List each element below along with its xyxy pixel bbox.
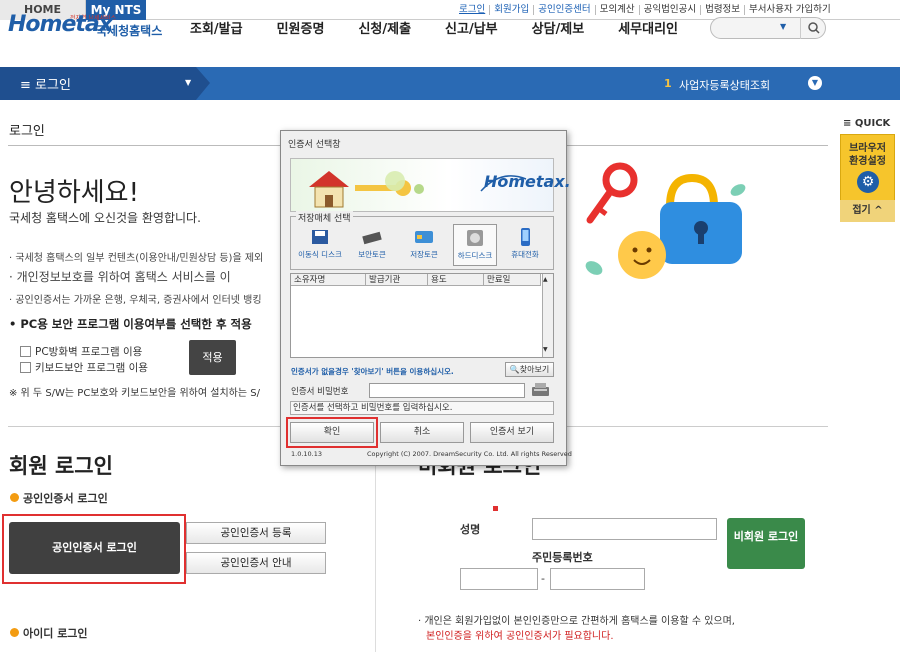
keyboard-security-checkbox-label: 키보드보안 프로그램 이용 (35, 362, 148, 374)
notice-line: · 국세청 홈택스의 일부 컨텐츠(이용안내/민원상담 등)을 제외 (9, 253, 264, 264)
media-storage-token[interactable]: 저장토큰 (402, 228, 446, 260)
quick-label: ≡ QUICK (843, 118, 891, 129)
utility-link-public-disclosure[interactable]: 공익법인공시 (638, 5, 700, 15)
bullet-icon (10, 493, 19, 502)
rrn-front-field[interactable] (460, 568, 538, 590)
utility-link-dept-signup[interactable]: 부서사용자 가입하기 (744, 5, 835, 15)
nav-item-certificate[interactable]: 민원증명 (277, 18, 325, 37)
utility-link-cert-center[interactable]: 공인인증센터 (533, 5, 594, 15)
media-security-token[interactable]: 보안토큰 (350, 228, 394, 260)
greeting-heading: 안녕하세요! (9, 178, 140, 208)
column-issuer[interactable]: 발급기관 (366, 274, 428, 285)
virtual-keyboard-icon[interactable] (530, 382, 552, 398)
chevron-down-icon[interactable]: ▼ (185, 78, 191, 87)
welcome-text: 국세청 홈택스에 오신것을 환영합니다. (9, 211, 201, 225)
cert-list-header: 소유자명 발급기관 용도 만료일 (291, 274, 541, 286)
id-login-subtitle: 아이디 로그인 (23, 627, 88, 640)
hard-disk-icon (464, 229, 486, 247)
breadcrumb-label: ≡ 로그인 (20, 78, 71, 93)
column-owner[interactable]: 소유자명 (291, 274, 366, 285)
column-usage[interactable]: 용도 (428, 274, 484, 285)
utility-link-law-info[interactable]: 법령정보 (700, 5, 744, 15)
nonmember-description: · 개인은 회원가입없이 본인인증만으로 간편하게 홈택스를 이용할 수 있으며… (418, 616, 735, 627)
utility-link-mock-calc[interactable]: 모의계산 (594, 5, 639, 15)
copyright-text: Copyright (C) 2007. DreamSecurity Co. Lt… (367, 450, 572, 458)
name-label: 성명 (460, 523, 481, 536)
firewall-checkbox-label: PC방화벽 프로그램 이용 (35, 346, 143, 358)
security-program-question: • PC용 보안 프로그램 이용여부를 선택한 후 적용 (9, 317, 252, 331)
rrn-dash: - (541, 572, 545, 585)
nav-item-report-pay[interactable]: 신고/납부 (445, 18, 498, 37)
security-illustration (580, 160, 750, 290)
mobile-phone-icon (514, 228, 536, 246)
media-label: 보안토큰 (358, 250, 386, 259)
logo-korean-name: 국세청홈택스 (96, 24, 163, 38)
chevron-down-icon[interactable]: ▼ (780, 22, 786, 31)
cert-login-subtitle: 공인인증서 로그인 (23, 492, 108, 505)
utility-link-login[interactable]: 로그인 (455, 5, 489, 15)
dialog-logo: Hometax. (484, 172, 571, 191)
marker-icon (493, 506, 498, 511)
member-login-title: 회원 로그인 (9, 454, 113, 478)
gear-icon[interactable]: ⚙ (857, 171, 879, 193)
nonmember-warning: 본인인증을 위하여 공인인증서가 필요합니다. (426, 631, 614, 642)
highlight-box (286, 417, 378, 448)
chevron-down-icon[interactable]: ▼ (808, 76, 822, 90)
view-cert-button[interactable]: 인증서 보기 (470, 422, 554, 443)
column-expiry[interactable]: 만료일 (484, 274, 541, 285)
cert-password-label: 인증서 비밀번호 (291, 387, 349, 397)
nonmember-login-button[interactable]: 비회원 로그인 (727, 518, 805, 569)
dialog-title: 인증서 선택창 (288, 140, 341, 150)
utility-link-signup[interactable]: 회원가입 (489, 5, 533, 15)
keyboard-security-checkbox[interactable] (20, 362, 31, 373)
highlight-box (2, 514, 186, 584)
hometax-logo[interactable]: 전자연 납세서비스 Hometax 국세청홈택스 (8, 8, 163, 44)
security-token-icon (361, 228, 383, 246)
nav-item-tax-agent[interactable]: 세무대리인 (618, 18, 678, 37)
firewall-checkbox[interactable] (20, 346, 31, 357)
version-text: 1.0.10.13 (291, 450, 323, 458)
nav-item-apply[interactable]: 신청/제출 (358, 18, 411, 37)
cancel-button[interactable]: 취소 (380, 422, 464, 443)
page-title: 로그인 (9, 124, 45, 139)
media-label: 저장토큰 (410, 250, 438, 259)
storage-media-label: 저장매체 선택 (296, 211, 353, 224)
cert-guide-button[interactable]: 공인인증서 안내 (186, 552, 326, 574)
scroll-up-icon[interactable]: ▲ (543, 276, 548, 283)
biz-status-number: 1 (664, 77, 672, 90)
nav-item-inquiry[interactable]: 조회/발급 (190, 18, 243, 37)
notice-line: · 개인정보보호를 위하여 홈택스 서비스를 이 (9, 270, 231, 284)
software-note: ※ 위 두 S/W는 PC보호와 키보드보안을 위하여 설치하는 S/ (9, 388, 260, 399)
nav-item-consult[interactable]: 상담/제보 (532, 18, 585, 37)
main-nav: 조회/발급 민원증명 신청/제출 신고/납부 상담/제보 세무대리인 (190, 18, 712, 37)
removable-disk-icon (309, 228, 331, 246)
rrn-label: 주민등록번호 (532, 551, 593, 564)
smart-card-icon (413, 228, 435, 246)
dialog-status-bar: 인증서를 선택하고 비밀번호를 입력하십시오. (290, 401, 554, 415)
notice-line: · 공인인증서는 가까운 은행, 우체국, 증권사에서 인터넷 뱅킹 (9, 295, 262, 306)
quick-fold-button[interactable]: 접기 ^ (840, 200, 895, 222)
media-label: 휴대전화 (511, 250, 539, 259)
search-icon[interactable] (800, 17, 826, 39)
media-removable-disk[interactable]: 이동식 디스크 (298, 228, 342, 260)
media-mobile-phone[interactable]: 휴대전화 (503, 228, 547, 260)
bullet-icon (10, 628, 19, 637)
scroll-down-icon[interactable]: ▼ (543, 346, 548, 353)
name-field[interactable] (532, 518, 717, 540)
browser-settings-link[interactable]: 브라우저 환경설정 (846, 142, 889, 168)
media-label: 하드디스크 (457, 251, 493, 260)
find-button[interactable]: 🔍찾아보기 (505, 362, 554, 377)
search-icon: 🔍 (509, 365, 520, 374)
apply-button[interactable]: 적용 (189, 340, 236, 375)
cert-register-button[interactable]: 공인인증서 등록 (186, 522, 326, 544)
scrollbar[interactable] (542, 274, 553, 357)
no-cert-note: 인증서가 없을경우 '찾아보기' 버튼을 이용하십시오. (291, 367, 454, 376)
media-hard-disk[interactable]: 하드디스크 (453, 224, 497, 266)
cert-password-field[interactable] (369, 383, 525, 398)
find-button-label: 찾아보기 (519, 365, 550, 374)
media-label: 이동식 디스크 (298, 250, 342, 259)
biz-status-link[interactable]: 사업자등록상태조회 (679, 77, 770, 93)
rrn-back-field[interactable] (550, 568, 645, 590)
